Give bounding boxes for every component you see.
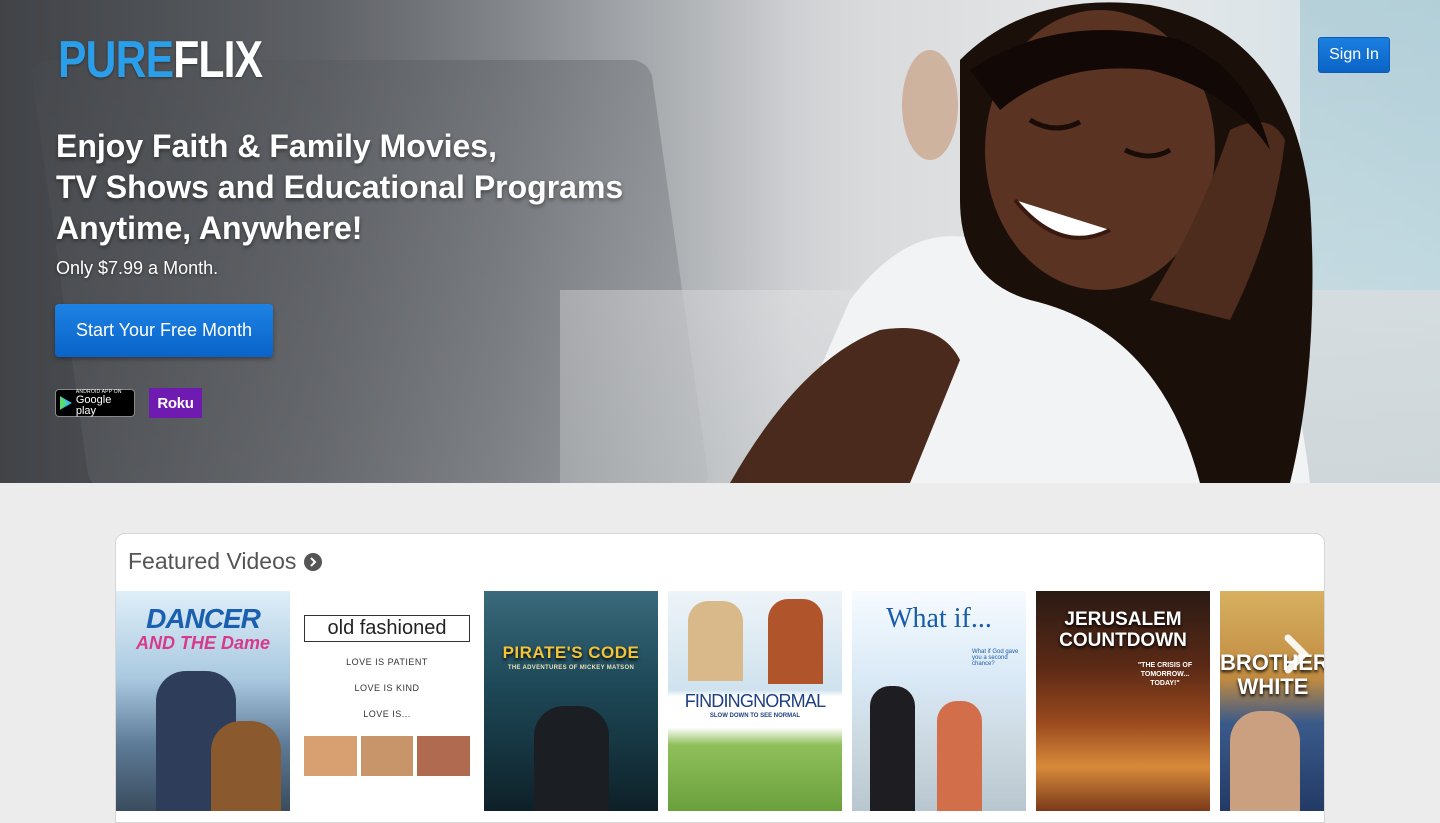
google-play-icon (60, 396, 72, 410)
headline-line-2: TV Shows and Educational Programs (56, 169, 624, 205)
hero-headline: Enjoy Faith & Family Movies, TV Shows an… (56, 126, 623, 249)
featured-videos-title: Featured Videos (128, 548, 297, 574)
poster-art (688, 601, 743, 681)
headline-line-3: Anytime, Anywhere! (56, 210, 363, 246)
featured-videos-panel: Featured Videos DANCER AND THE Dame old … (115, 533, 1325, 823)
logo-flix-text: FLIX (173, 31, 263, 89)
poster-subtitle: SLOW DOWN TO SEE NORMAL (709, 713, 801, 719)
featured-carousel: DANCER AND THE Dame old fashioned LOVE I… (116, 591, 1324, 811)
poster-line: LOVE IS PATIENT (346, 657, 428, 667)
poster-title: DANCER (146, 603, 261, 634)
google-play-badge[interactable]: ANDROID APP ON Google play (55, 389, 135, 417)
poster-art (1230, 711, 1300, 811)
poster-art (870, 686, 915, 811)
hero-banner: PUREFLIX Sign In Enjoy Faith & Family Mo… (0, 0, 1440, 483)
poster-title-text: old fashioned (327, 617, 447, 639)
google-play-big-text: Google play (75, 393, 112, 417)
video-poster-old-fashioned[interactable]: old fashioned LOVE IS PATIENT LOVE IS KI… (300, 591, 474, 811)
poster-art-2 (937, 701, 982, 811)
poster-art-dog (211, 721, 281, 811)
poster-title: PIRATE'S CODE (502, 643, 640, 662)
featured-videos-link[interactable]: Featured Videos (128, 548, 323, 575)
video-poster-what-if[interactable]: What if... What if God gave you a second… (852, 591, 1026, 811)
poster-subtitle: AND THE Dame (135, 633, 271, 653)
roku-badge[interactable]: Roku (149, 388, 202, 418)
price-text: Only $7.99 a Month. (56, 258, 219, 278)
poster-title: JERUSALEM COUNTDOWN (1059, 609, 1187, 651)
video-poster-finding-normal[interactable]: FINDINGNORMAL SLOW DOWN TO SEE NORMAL (668, 591, 842, 811)
poster-title: old fashioned (304, 615, 470, 642)
video-poster-dancer-and-the-dame[interactable]: DANCER AND THE Dame (116, 591, 290, 811)
poster-title: FINDINGNORMAL (684, 691, 826, 711)
pureflix-logo[interactable]: PUREFLIX (58, 31, 263, 89)
poster-line: LOVE IS KIND (354, 683, 420, 693)
video-poster-pirates-code[interactable]: PIRATE'S CODE THE ADVENTURES OF MICKEY M… (484, 591, 658, 811)
poster-subtitle: THE ADVENTURES OF MICKEY MATSON (507, 665, 635, 671)
carousel-next-button[interactable] (1276, 634, 1316, 674)
logo-pure-text: PURE (58, 31, 174, 89)
chevron-right-circle-icon (304, 552, 323, 571)
poster-subtitle: "THE CRISIS OF TOMORROW... TODAY!" (1137, 662, 1193, 687)
sign-in-button[interactable]: Sign In (1318, 37, 1390, 73)
video-poster-jerusalem-countdown[interactable]: JERUSALEM COUNTDOWN "THE CRISIS OF TOMOR… (1036, 591, 1210, 811)
start-free-month-button[interactable]: Start Your Free Month (55, 304, 273, 357)
poster-title: What if... (886, 603, 992, 634)
chevron-right-icon (1284, 634, 1309, 674)
poster-photos (304, 736, 471, 776)
poster-subtitle: What if God gave you a second chance? (972, 649, 1019, 667)
headline-line-1: Enjoy Faith & Family Movies, (56, 128, 497, 164)
poster-art (534, 706, 609, 811)
poster-line: LOVE IS... (363, 709, 411, 719)
poster-art-2 (768, 599, 823, 684)
video-poster-brother-white[interactable]: BROTHER WHITE (1220, 591, 1324, 811)
